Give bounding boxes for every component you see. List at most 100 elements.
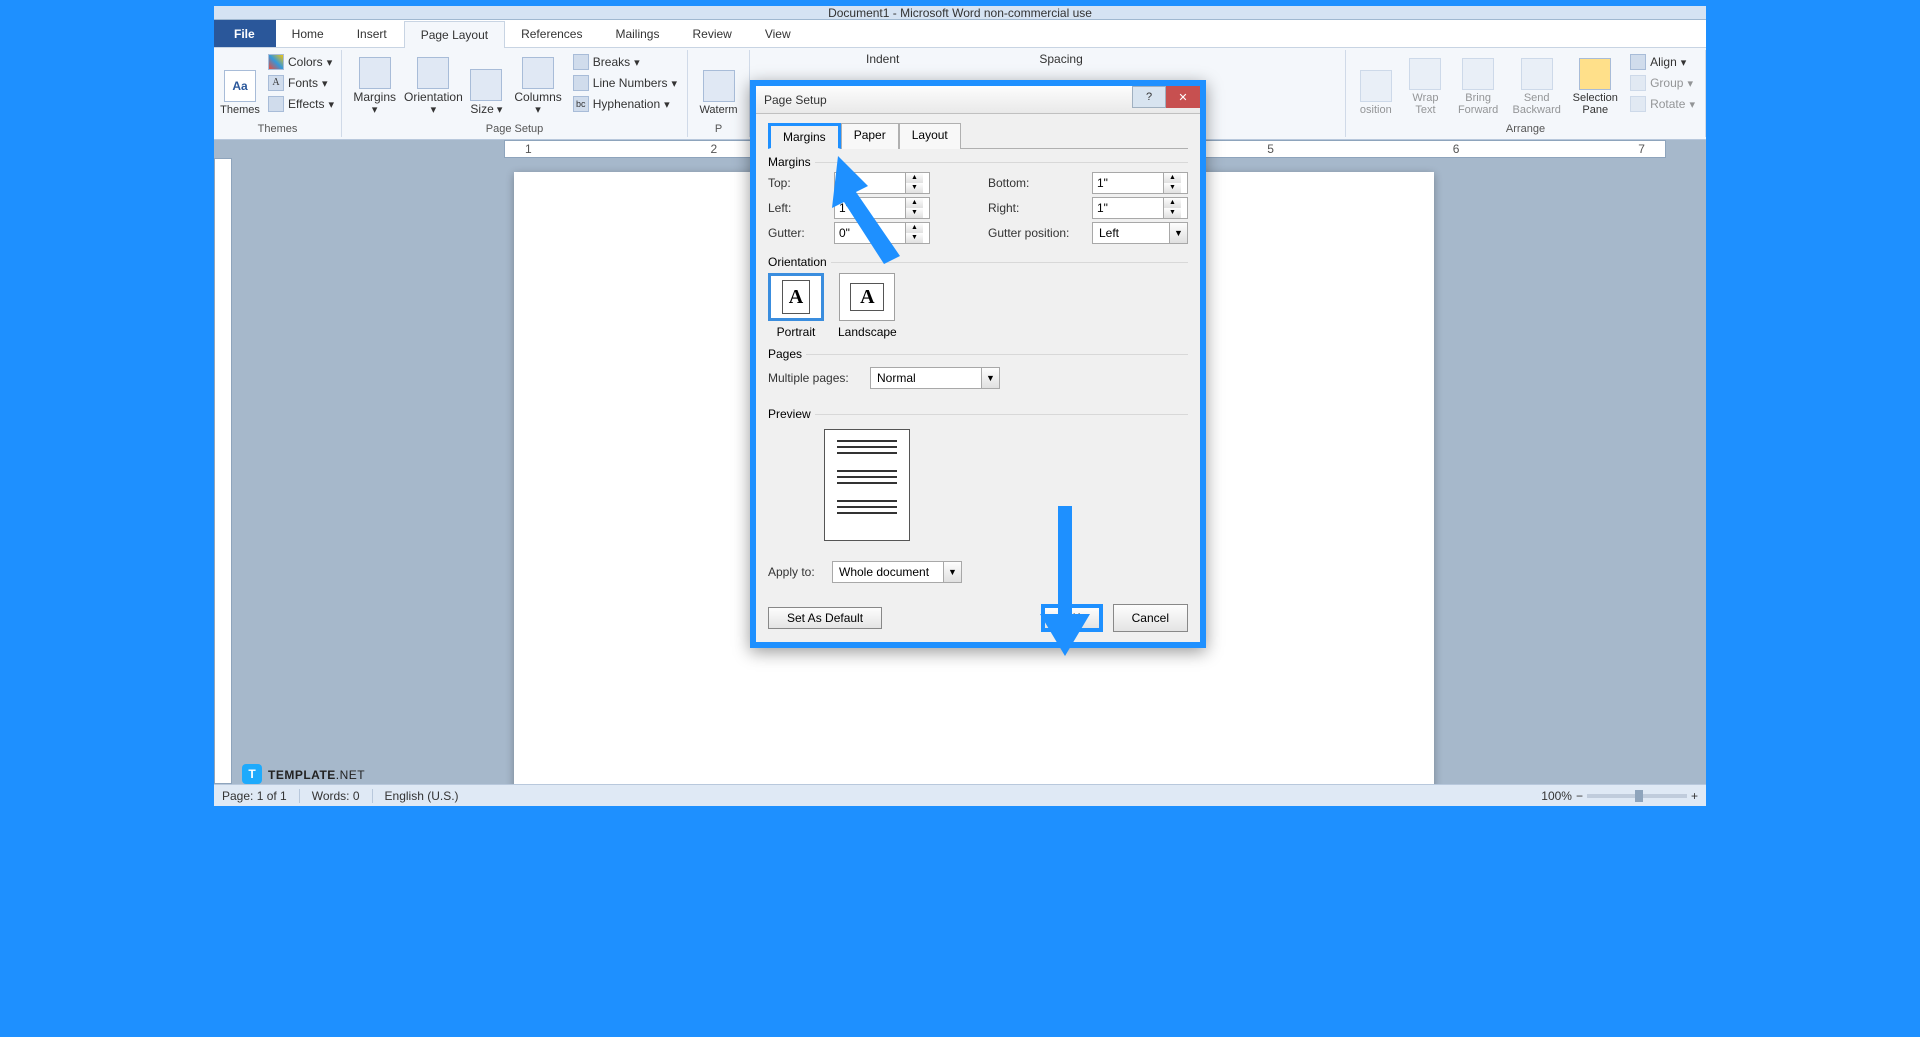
- orientation-icon: [417, 57, 449, 89]
- vertical-ruler[interactable]: [214, 158, 232, 784]
- position-button[interactable]: osition: [1352, 52, 1400, 118]
- orientation-portrait[interactable]: A Portrait: [768, 273, 824, 339]
- group-icon: [1630, 75, 1646, 91]
- status-page[interactable]: Page: 1 of 1: [222, 789, 287, 803]
- breaks-button[interactable]: Breaks ▾: [569, 52, 681, 72]
- dropdown-icon[interactable]: ▼: [1169, 223, 1187, 243]
- down-arrow-icon[interactable]: ▼: [906, 183, 923, 193]
- spacing-label: Spacing: [1039, 52, 1082, 66]
- dropdown-icon[interactable]: ▼: [943, 562, 961, 582]
- portrait-icon: A: [768, 273, 824, 321]
- line-numbers-icon: [573, 75, 589, 91]
- apply-to-label: Apply to:: [768, 565, 824, 579]
- multiple-pages-combo[interactable]: Normal▼: [870, 367, 1000, 389]
- preview-thumbnail: [824, 429, 910, 541]
- status-words[interactable]: Words: 0: [312, 789, 360, 803]
- margins-button[interactable]: Margins ▾: [348, 52, 401, 118]
- section-margins-label: Margins: [768, 155, 815, 169]
- hyphenation-button[interactable]: bcHyphenation ▾: [569, 94, 681, 114]
- hyphenation-icon: bc: [573, 96, 589, 112]
- ok-button[interactable]: OK: [1041, 604, 1102, 632]
- bring-forward-button[interactable]: Bring Forward: [1451, 52, 1505, 118]
- align-button[interactable]: Align ▾: [1626, 52, 1699, 72]
- top-spinner[interactable]: ▲▼: [834, 172, 930, 194]
- selection-pane-button[interactable]: Selection Pane: [1568, 52, 1622, 118]
- bottom-spinner[interactable]: ▲▼: [1092, 172, 1188, 194]
- tab-mailings[interactable]: Mailings: [599, 20, 676, 47]
- set-default-button[interactable]: Set As Default: [768, 607, 882, 629]
- gutter-spinner[interactable]: ▲▼: [834, 222, 930, 244]
- dialog-titlebar[interactable]: Page Setup ? ✕: [756, 86, 1200, 114]
- size-icon: [470, 69, 502, 101]
- tab-references[interactable]: References: [505, 20, 599, 47]
- page-setup-dialog: Page Setup ? ✕ Margins Paper Layout Marg…: [750, 80, 1206, 648]
- group-label-arrange: Arrange: [1352, 121, 1699, 135]
- effects-button[interactable]: Effects ▾: [264, 94, 338, 114]
- template-watermark: T TEMPLATE.NET: [242, 764, 365, 784]
- zoom-value: 100%: [1541, 789, 1572, 803]
- gutter-pos-combo[interactable]: Left▼: [1092, 222, 1188, 244]
- backward-icon: [1521, 58, 1553, 90]
- selection-icon: [1579, 58, 1611, 90]
- close-button[interactable]: ✕: [1166, 86, 1200, 108]
- group-button[interactable]: Group ▾: [1626, 73, 1699, 93]
- gutter-pos-label: Gutter position:: [988, 226, 1084, 240]
- ribbon-tabs: File Home Insert Page Layout References …: [214, 20, 1706, 48]
- line-numbers-button[interactable]: Line Numbers ▾: [569, 73, 681, 93]
- columns-button[interactable]: Columns ▾: [511, 52, 564, 118]
- left-spinner[interactable]: ▲▼: [834, 197, 930, 219]
- status-language[interactable]: English (U.S.): [385, 789, 459, 803]
- align-icon: [1630, 54, 1646, 70]
- template-logo-icon: T: [242, 764, 262, 784]
- orientation-button[interactable]: Orientation ▾: [405, 52, 461, 118]
- help-button[interactable]: ?: [1132, 86, 1166, 108]
- columns-icon: [522, 57, 554, 89]
- bottom-input[interactable]: [1093, 173, 1163, 193]
- position-icon: [1360, 70, 1392, 102]
- up-arrow-icon[interactable]: ▲: [906, 173, 923, 183]
- rotate-icon: [1630, 96, 1646, 112]
- fonts-icon: A: [268, 75, 284, 91]
- apply-to-combo[interactable]: Whole document▼: [832, 561, 962, 583]
- tab-home[interactable]: Home: [276, 20, 341, 47]
- top-input[interactable]: [835, 173, 905, 193]
- zoom-control[interactable]: 100% − +: [1541, 789, 1698, 803]
- right-input[interactable]: [1093, 198, 1163, 218]
- cancel-button[interactable]: Cancel: [1113, 604, 1188, 632]
- margins-icon: [359, 57, 391, 89]
- tab-insert[interactable]: Insert: [341, 20, 404, 47]
- rotate-button[interactable]: Rotate ▾: [1626, 94, 1699, 114]
- app-window: Document1 - Microsoft Word non-commercia…: [208, 0, 1712, 812]
- wrap-text-button[interactable]: Wrap Text: [1404, 52, 1448, 118]
- fonts-button[interactable]: AFonts ▾: [264, 73, 338, 93]
- right-spinner[interactable]: ▲▼: [1092, 197, 1188, 219]
- tab-review[interactable]: Review: [676, 20, 748, 47]
- zoom-slider-thumb[interactable]: [1635, 790, 1643, 802]
- dialog-tab-paper[interactable]: Paper: [841, 123, 899, 149]
- watermark-button[interactable]: Waterm: [694, 52, 743, 118]
- orientation-landscape[interactable]: A Landscape: [838, 273, 897, 339]
- landscape-icon: A: [839, 273, 895, 321]
- gutter-input[interactable]: [835, 223, 905, 243]
- indent-label: Indent: [866, 52, 899, 66]
- dropdown-icon[interactable]: ▼: [981, 368, 999, 388]
- group-label-page-setup: Page Setup: [348, 121, 681, 135]
- send-backward-button[interactable]: Send Backward: [1509, 52, 1565, 118]
- colors-button[interactable]: Colors ▾: [264, 52, 338, 72]
- themes-button[interactable]: Aa Themes: [220, 52, 260, 118]
- dialog-title: Page Setup: [764, 93, 827, 107]
- left-input[interactable]: [835, 198, 905, 218]
- watermark-icon: [703, 70, 735, 102]
- dialog-tab-margins[interactable]: Margins: [768, 123, 841, 149]
- app-title: Document1 - Microsoft Word non-commercia…: [828, 6, 1092, 20]
- dialog-tab-layout[interactable]: Layout: [899, 123, 961, 149]
- left-label: Left:: [768, 201, 826, 215]
- tab-file[interactable]: File: [214, 20, 276, 47]
- dialog-tabs: Margins Paper Layout: [768, 122, 1188, 149]
- tab-page-layout[interactable]: Page Layout: [404, 21, 505, 48]
- right-label: Right:: [988, 201, 1084, 215]
- size-button[interactable]: Size ▾: [465, 52, 507, 118]
- tab-view[interactable]: View: [749, 20, 808, 47]
- top-label: Top:: [768, 176, 826, 190]
- breaks-icon: [573, 54, 589, 70]
